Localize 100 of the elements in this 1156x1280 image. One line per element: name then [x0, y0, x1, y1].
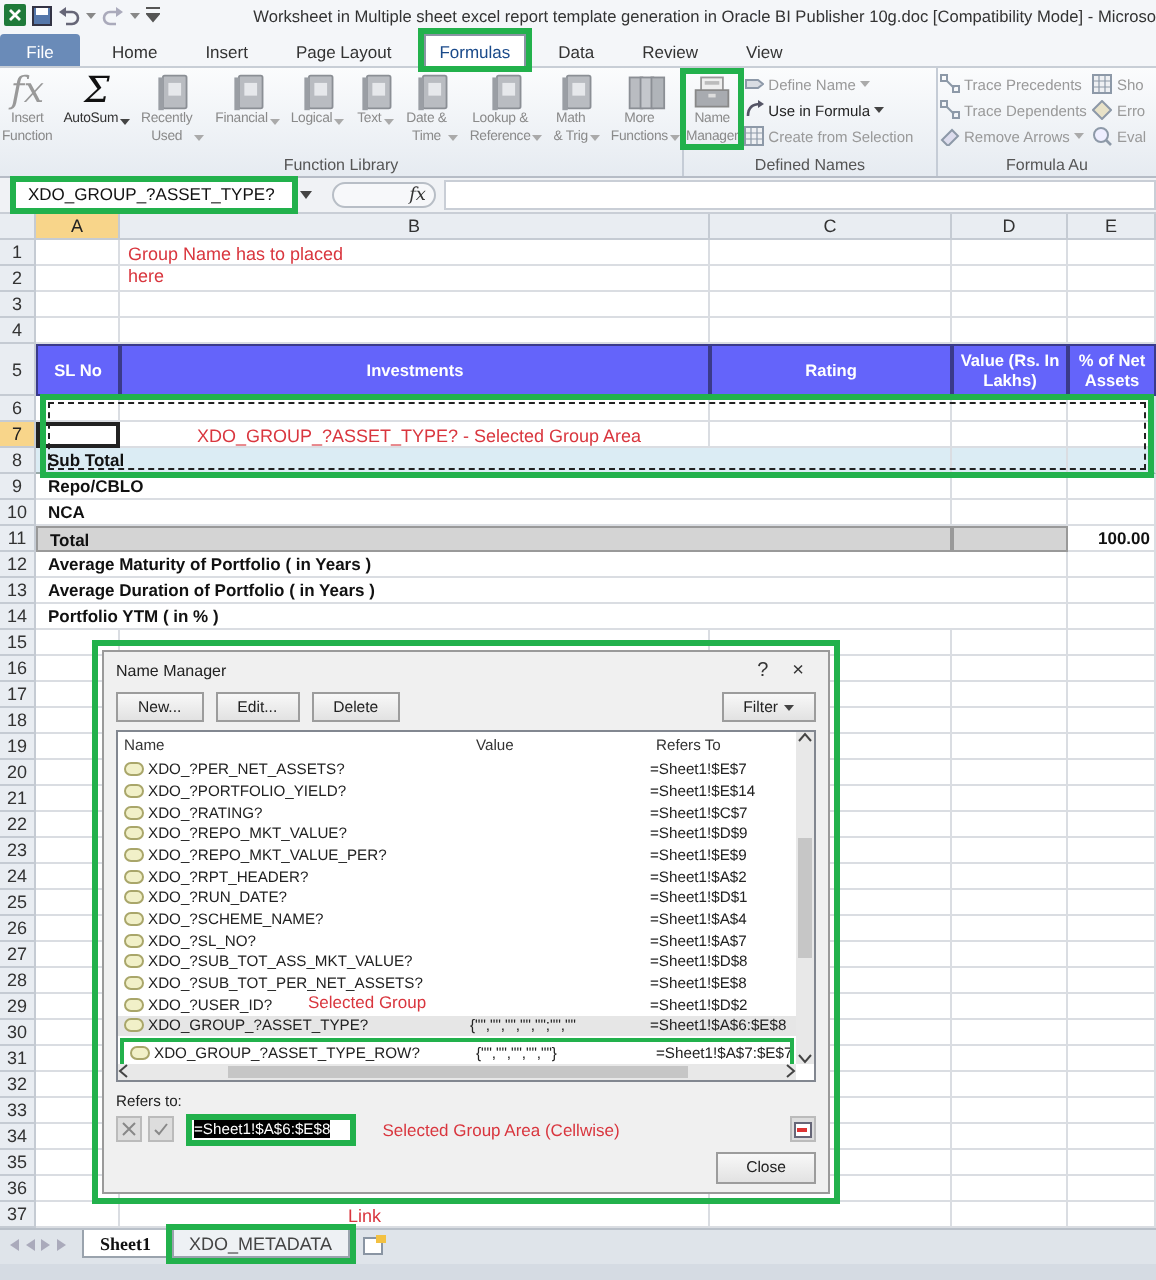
column-header[interactable]: D	[952, 214, 1068, 240]
table-header-cell: Rating	[710, 344, 952, 396]
table-cell: Total	[36, 526, 952, 552]
name-box[interactable]: XDO_GROUP_?ASSET_TYPE?	[16, 182, 292, 208]
row-number[interactable]: 23	[0, 838, 36, 864]
magnifier-icon	[1092, 126, 1113, 146]
annotation-text: Selected Group	[308, 991, 427, 1012]
row-number[interactable]: 33	[0, 1098, 36, 1124]
row-number[interactable]: 13	[0, 578, 36, 604]
trace-arrow-icon	[940, 74, 960, 94]
grid-icon	[744, 126, 765, 146]
row-number[interactable]: 35	[0, 1150, 36, 1176]
tag-icon	[744, 74, 765, 94]
customize-menu-icon[interactable]	[146, 6, 160, 24]
sheet-tab[interactable]: Sheet1	[82, 1230, 169, 1258]
row-number[interactable]: 25	[0, 890, 36, 916]
cross-icon	[122, 1122, 136, 1137]
book-icon	[412, 72, 453, 112]
row-number[interactable]: 24	[0, 864, 36, 890]
ribbon-tab[interactable]: Data	[542, 34, 611, 66]
column-header[interactable]: A	[36, 214, 120, 240]
row-number[interactable]: 28	[0, 968, 36, 994]
ribbon-tab[interactable]: Insert	[189, 34, 264, 66]
horizontal-scrollbar[interactable]	[118, 1063, 796, 1080]
dropdown-caret-icon[interactable]	[300, 190, 312, 200]
ribbon-tab[interactable]: Home	[96, 34, 174, 66]
redo-icon[interactable]	[102, 5, 124, 25]
insert-function-button[interactable]: fx	[409, 185, 426, 205]
row-number[interactable]: 14	[0, 604, 36, 630]
ribbon-tab[interactable]: Page Layout	[279, 34, 408, 66]
formula-glyph-icon: fx	[10, 72, 44, 112]
group-label: Defined Names	[754, 156, 866, 176]
formula-arrow-icon	[744, 100, 765, 120]
table-header-cell: Value (Rs. In Lakhs)	[952, 344, 1068, 396]
dialog-title: Name Manager	[116, 662, 229, 681]
row-number[interactable]: 6	[0, 396, 36, 422]
confirm-button[interactable]	[148, 1116, 174, 1143]
row-number[interactable]: 34	[0, 1124, 36, 1150]
row-number[interactable]: 29	[0, 994, 36, 1020]
collapse-dialog-button[interactable]	[790, 1116, 816, 1143]
row-number[interactable]: 36	[0, 1176, 36, 1202]
column-header[interactable]: E	[1068, 214, 1156, 240]
row-number[interactable]: 9	[0, 474, 36, 500]
table-header-cell: Investments	[120, 344, 710, 396]
row-number[interactable]: 21	[0, 786, 36, 812]
sheet-tab[interactable]: XDO_METADATA	[171, 1230, 351, 1258]
row-number[interactable]: 37	[0, 1202, 36, 1228]
row-number[interactable]: 15	[0, 630, 36, 656]
table-cell-text: XDO_GROUP_?ASSET_TYPE? - Selected Group Area	[194, 423, 644, 448]
formula-input[interactable]	[444, 180, 1156, 210]
row-number[interactable]: 3	[0, 292, 36, 318]
row-number[interactable]: 22	[0, 812, 36, 838]
save-icon[interactable]	[32, 5, 52, 25]
group-label: Function Library	[283, 156, 399, 176]
row-number[interactable]: 17	[0, 682, 36, 708]
grid-icon	[1092, 74, 1113, 94]
vertical-scrollbar[interactable]	[796, 732, 814, 1064]
cancel-button[interactable]	[116, 1116, 142, 1143]
book-icon	[152, 72, 193, 112]
row-number[interactable]: 10	[0, 500, 36, 526]
ribbon-tab[interactable]: Formulas	[423, 34, 527, 66]
row-number[interactable]: 20	[0, 760, 36, 786]
active-cell[interactable]	[36, 422, 120, 448]
row-number[interactable]: 5	[0, 344, 36, 396]
row-number[interactable]: 32	[0, 1072, 36, 1098]
scroll-right-icon	[786, 1064, 796, 1079]
range-select-icon	[794, 1121, 812, 1138]
row-number[interactable]: 4	[0, 318, 36, 344]
row-number[interactable]: 16	[0, 656, 36, 682]
check-icon	[154, 1122, 168, 1137]
annotation-text: Link	[348, 1206, 382, 1226]
row-number[interactable]: 2	[0, 266, 36, 292]
trace-arrow-icon	[940, 100, 960, 120]
row-number[interactable]: 31	[0, 1046, 36, 1072]
annotation-text: Group Name has to placed here	[128, 244, 346, 288]
card-file-icon	[692, 72, 733, 112]
undo-icon[interactable]	[58, 5, 80, 25]
ribbon-tab[interactable]: Review	[626, 34, 714, 66]
help-button[interactable]: ?	[745, 660, 781, 683]
close-button[interactable]: ×	[780, 660, 816, 683]
caret-icon	[86, 11, 96, 19]
group-label: Formula Au	[1006, 156, 1088, 176]
row-number[interactable]: 19	[0, 734, 36, 760]
row-number[interactable]: 8	[0, 448, 36, 474]
row-number[interactable]: 11	[0, 526, 36, 552]
ribbon-tab[interactable]: View	[729, 34, 799, 66]
row-number[interactable]: 12	[0, 552, 36, 578]
table-header-cell: SL No	[36, 344, 120, 396]
file-tab[interactable]: File	[0, 34, 80, 66]
row-number[interactable]: 26	[0, 916, 36, 942]
row-number[interactable]: 18	[0, 708, 36, 734]
scroll-thumb-icon	[798, 838, 812, 959]
column-header[interactable]: C	[710, 214, 952, 240]
row-number[interactable]: 27	[0, 942, 36, 968]
row-number[interactable]: 30	[0, 1020, 36, 1046]
insert-sheet-icon[interactable]	[362, 1234, 389, 1256]
row-number[interactable]: 7	[0, 422, 36, 448]
column-header[interactable]: B	[120, 214, 710, 240]
row-number[interactable]: 1	[0, 240, 36, 266]
book-icon	[486, 72, 527, 112]
